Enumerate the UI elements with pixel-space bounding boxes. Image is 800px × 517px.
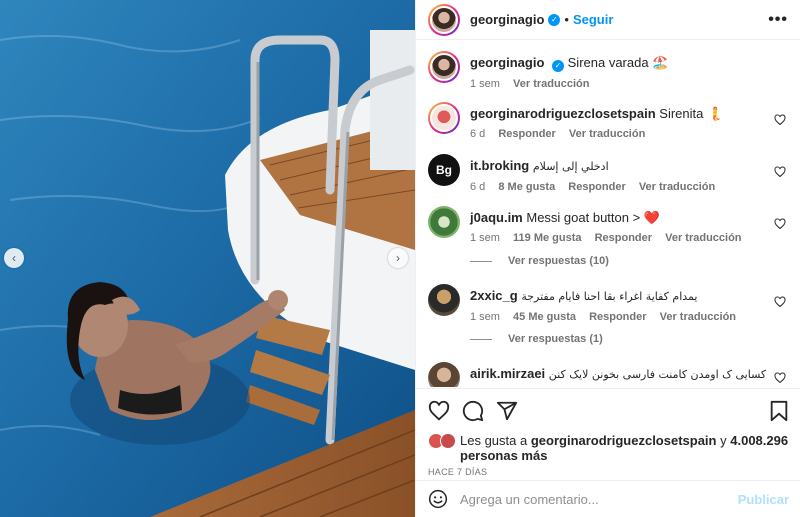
comment-time[interactable]: 1 sem bbox=[470, 232, 500, 244]
verified-icon: ✓ bbox=[552, 59, 565, 72]
chevron-right-icon: › bbox=[396, 251, 400, 265]
more-icon[interactable]: ••• bbox=[768, 11, 788, 29]
chevron-left-icon: ‹ bbox=[12, 251, 16, 265]
comments-list[interactable]: georginagio ✓ Sirena varada 🏖️ 1 sem Ver… bbox=[416, 41, 800, 387]
view-replies-button[interactable]: Ver respuestas (1) bbox=[470, 333, 603, 345]
post-photo[interactable]: ‹ › bbox=[0, 0, 415, 517]
heart-icon[interactable] bbox=[774, 372, 786, 384]
likes-summary[interactable]: Les gusta a georginarodriguezclosetspain… bbox=[428, 433, 789, 463]
replies-divider bbox=[470, 260, 492, 262]
caption: georginagio ✓ Sirena varada 🏖️ 1 sem Ver… bbox=[428, 51, 790, 90]
liker-avatar bbox=[440, 433, 456, 449]
comment-likes[interactable]: 119 Me gusta bbox=[513, 232, 581, 244]
reply-button[interactable]: Responder bbox=[568, 181, 625, 193]
comment-username[interactable]: it.broking bbox=[470, 158, 529, 173]
likes-mid: y bbox=[720, 433, 727, 448]
view-replies-label[interactable]: Ver respuestas (1) bbox=[508, 333, 603, 345]
commenter-avatar[interactable]: Bg bbox=[428, 154, 460, 186]
comment-input[interactable] bbox=[460, 491, 738, 507]
likes-suffix[interactable]: personas más bbox=[460, 448, 547, 463]
translate-link[interactable]: Ver traducción bbox=[569, 128, 645, 140]
publish-button[interactable]: Publicar bbox=[738, 492, 789, 507]
avatar-initials: Bg bbox=[436, 163, 452, 177]
comment-text: ادخلي إلى إسلام bbox=[532, 160, 609, 173]
reply-button[interactable]: Responder bbox=[595, 232, 652, 244]
comment-item: georginarodriguezclosetspain Sirenita 🧜 … bbox=[428, 102, 790, 140]
comment-likes[interactable]: 45 Me gusta bbox=[513, 311, 576, 323]
caption-username[interactable]: georginagio bbox=[470, 55, 544, 70]
comment-item: airik.mirzaei کسایی ک اومدن کامنت فارسی … bbox=[428, 362, 790, 387]
likes-count[interactable]: 4.008.296 bbox=[730, 433, 788, 448]
commenter-avatar[interactable] bbox=[428, 284, 460, 316]
post-timestamp[interactable]: HACE 7 DÍAS bbox=[428, 467, 789, 477]
liker-avatars bbox=[428, 433, 458, 453]
reply-button[interactable]: Responder bbox=[498, 128, 555, 140]
comment-text: Messi goat button > ❤️ bbox=[526, 210, 660, 225]
comment-username[interactable]: 2xxic_g bbox=[470, 288, 518, 303]
caption-time[interactable]: 1 sem bbox=[470, 78, 500, 90]
comment-username[interactable]: airik.mirzaei bbox=[470, 366, 545, 381]
comment-icon[interactable] bbox=[462, 400, 484, 422]
post-header: georginagio ✓ • Seguir ••• bbox=[416, 0, 800, 40]
likes-user-link[interactable]: georginarodriguezclosetspain bbox=[531, 433, 717, 448]
comment-time[interactable]: 6 d bbox=[470, 128, 485, 140]
header-separator: • bbox=[564, 12, 569, 27]
heart-icon[interactable] bbox=[774, 296, 786, 308]
comment-text: يمدام كفاية اغراء بقا احنا فايام مفترجة bbox=[521, 290, 698, 303]
translate-link[interactable]: Ver traducción bbox=[665, 232, 741, 244]
replies-divider bbox=[470, 338, 492, 340]
post-side-panel: georginagio ✓ • Seguir ••• georginagio ✓… bbox=[415, 0, 800, 517]
previous-photo-button[interactable]: ‹ bbox=[4, 248, 24, 268]
translate-link[interactable]: Ver traducción bbox=[639, 181, 715, 193]
follow-button[interactable]: Seguir bbox=[573, 12, 613, 27]
heart-icon[interactable] bbox=[774, 166, 786, 178]
caption-translate-link[interactable]: Ver traducción bbox=[513, 78, 589, 90]
action-bar bbox=[428, 399, 789, 423]
author-username[interactable]: georginagio bbox=[470, 12, 544, 27]
next-photo-button[interactable]: › bbox=[388, 248, 408, 268]
heart-icon[interactable] bbox=[774, 114, 786, 126]
emoji-icon[interactable] bbox=[428, 489, 448, 509]
comment-composer: Publicar bbox=[416, 480, 800, 517]
likes-prefix: Les gusta a bbox=[460, 433, 528, 448]
caption-avatar[interactable] bbox=[428, 51, 460, 83]
author-avatar[interactable] bbox=[428, 3, 460, 36]
commenter-avatar[interactable] bbox=[428, 206, 460, 238]
reply-button[interactable]: Responder bbox=[589, 311, 646, 323]
heart-icon[interactable] bbox=[774, 218, 786, 230]
commenter-avatar[interactable] bbox=[428, 362, 460, 387]
bookmark-icon[interactable] bbox=[769, 400, 789, 422]
post-actions: Les gusta a georginarodriguezclosetspain… bbox=[416, 388, 800, 477]
verified-icon: ✓ bbox=[548, 13, 561, 26]
heart-icon[interactable] bbox=[428, 400, 450, 422]
translate-link[interactable]: Ver traducción bbox=[660, 311, 736, 323]
share-icon[interactable] bbox=[496, 400, 518, 422]
post-modal: ‹ › georginagio ✓ • Seguir ••• georginag… bbox=[0, 0, 800, 517]
view-replies-button[interactable]: Ver respuestas (10) bbox=[470, 255, 609, 267]
view-replies-label[interactable]: Ver respuestas (10) bbox=[508, 255, 609, 267]
comment-time[interactable]: 1 sem bbox=[470, 311, 500, 323]
comment-time[interactable]: 6 d bbox=[470, 181, 485, 193]
comment-username[interactable]: georginarodriguezclosetspain bbox=[470, 106, 656, 121]
commenter-avatar[interactable] bbox=[428, 102, 460, 134]
caption-text: Sirena varada 🏖️ bbox=[567, 55, 669, 70]
comment-username[interactable]: j0aqu.im bbox=[470, 210, 523, 225]
comment-item: j0aqu.im Messi goat button > ❤️ 1 sem 11… bbox=[428, 206, 790, 244]
comment-likes[interactable]: 8 Me gusta bbox=[498, 181, 555, 193]
comment-item: Bg it.broking ادخلي إلى إسلام 6 d 8 Me g… bbox=[428, 154, 790, 193]
comment-text: Sirenita 🧜 bbox=[659, 106, 724, 121]
comment-item: 2xxic_g يمدام كفاية اغراء بقا احنا فايام… bbox=[428, 284, 790, 323]
photo-illustration bbox=[0, 0, 415, 517]
